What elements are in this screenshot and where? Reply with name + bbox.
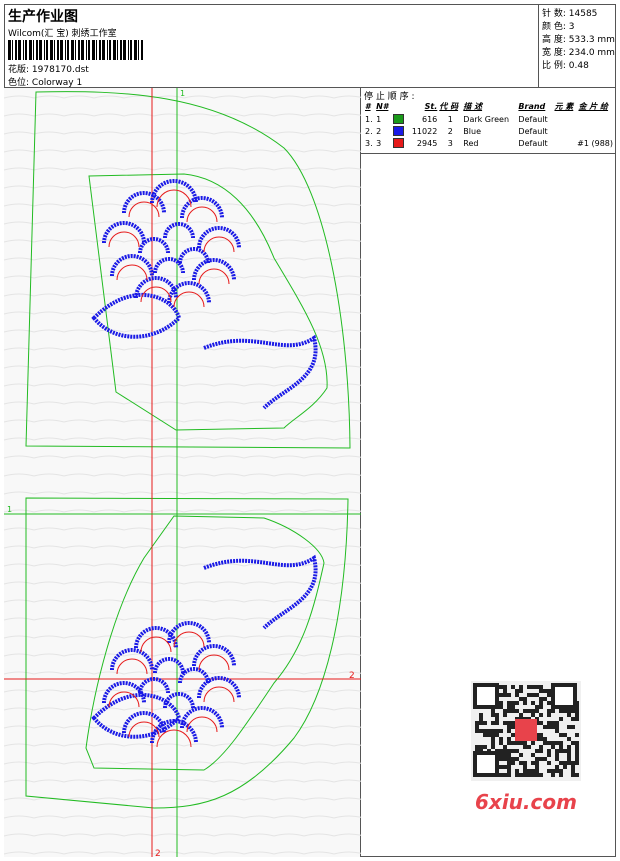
stat-stitches: 针 数: 14585 — [542, 9, 598, 19]
stat-height: 高 度: 533.3 mm — [542, 35, 615, 45]
motif-outline-bottom — [85, 515, 325, 771]
color-swatch — [392, 114, 404, 124]
petal-stitch — [178, 667, 210, 684]
petal-stitch — [110, 648, 154, 671]
design-file-value: 1978170.dst — [31, 65, 89, 75]
flower-motif-bottom — [91, 554, 318, 748]
accent-stitch — [186, 206, 218, 223]
panel-divider — [361, 153, 616, 154]
marker-1-top: 1 — [180, 89, 185, 98]
stat-scale: 比 例: 0.48 — [542, 61, 589, 71]
accent-stitch — [140, 636, 172, 653]
panel-outline-bottom — [25, 497, 349, 809]
table-row: 3. 3 2945 3 Red Default #1 (988) — [365, 138, 613, 148]
accent-stitch — [203, 686, 235, 703]
col-color — [392, 100, 407, 113]
design-file-row: 花版: 1978170.dst — [8, 62, 89, 75]
col-stitches: St. — [424, 102, 438, 111]
petal-stitch — [138, 677, 170, 694]
marker-2-bottom: 2 — [155, 849, 161, 857]
colorway-label: 色位: — [8, 78, 30, 88]
table-row: 1. 1 616 1 Dark Green Default — [365, 114, 548, 124]
color-swatch — [392, 126, 404, 136]
color-swatch — [392, 138, 404, 148]
accent-stitch — [108, 691, 140, 708]
petal-stitch — [180, 196, 224, 219]
col-sequin: 金 片 给 — [578, 102, 609, 111]
stop-sequence-table: # N# St. 代 码 描 述 Brand 元 素 金 片 给 1. 1 61… — [364, 100, 614, 149]
col-element: 元 素 — [554, 102, 574, 111]
sheet-title: 生产作业图 — [8, 9, 78, 25]
accent-stitch — [108, 231, 140, 248]
accent-stitch — [173, 631, 205, 648]
watermark-logo: 6xiu.com — [475, 790, 577, 814]
scroll-stitch — [203, 554, 318, 630]
petal-stitch — [153, 657, 185, 674]
petal-stitch — [197, 226, 241, 249]
petal-stitch — [197, 676, 241, 699]
accent-stitch — [198, 654, 230, 671]
header-stats: 针 数: 14585 颜 色: 3 高 度: 533.3 mm 宽 度: 234… — [539, 4, 616, 88]
panel-outline-top — [25, 91, 351, 449]
stat-colors: 颜 色: 3 — [542, 22, 575, 32]
col-needle: N# — [376, 102, 389, 111]
petal-stitch — [122, 711, 166, 734]
embroidery-canvas: 1 1 2 2 — [4, 88, 361, 857]
accent-stitch — [203, 236, 235, 253]
petal-stitch — [138, 237, 170, 254]
stat-width: 宽 度: 234.0 mm — [542, 48, 615, 58]
design-preview: 1 1 2 2 — [4, 88, 361, 857]
marker-1-left: 1 — [7, 505, 12, 514]
col-desc: 描 述 — [463, 102, 483, 111]
table-row: 2. 2 11022 2 Blue Default — [365, 126, 548, 136]
col-brand: Brand — [518, 102, 546, 111]
marker-2-right: 2 — [349, 671, 355, 681]
design-file-label: 花版: — [8, 65, 30, 75]
qr-code-image — [471, 681, 581, 781]
petal-stitch — [122, 191, 166, 214]
colorway-row: 色位: Colorway 1 — [8, 75, 82, 88]
barcode-image — [8, 40, 143, 60]
col-code: 代 码 — [439, 102, 459, 111]
col-index: # — [365, 102, 371, 111]
petal-stitch — [192, 258, 236, 281]
sheet-subtitle: Wilcom(汇 宝) 刺绣工作室 — [8, 29, 117, 39]
petal-stitch — [153, 257, 185, 274]
header-left: 生产作业图 Wilcom(汇 宝) 刺绣工作室 花版: 1978170.dst … — [4, 4, 539, 88]
leaf-stitch — [91, 692, 182, 739]
colorway-value: Colorway 1 — [31, 78, 83, 88]
petal-stitch — [163, 222, 195, 239]
